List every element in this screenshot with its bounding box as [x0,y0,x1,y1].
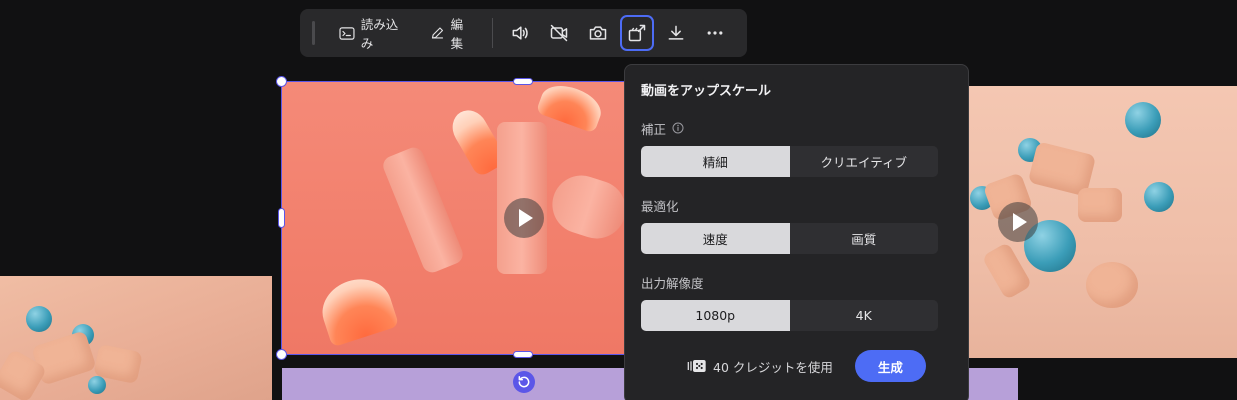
credit-cost: 40 クレジットを使用 [687,357,833,376]
import-button[interactable]: 読み込み [333,15,414,51]
volume-icon [512,26,528,40]
download-icon [668,25,684,40]
optimization-label-row: 最適化 [641,196,952,214]
resolution-option-4k[interactable]: 4K [790,300,939,331]
snapshot-button[interactable] [581,15,615,51]
pencil-icon [431,27,443,39]
more-button[interactable] [698,15,732,51]
play-icon [1013,213,1027,231]
resolution-option-1080p[interactable]: 1080p [641,300,790,331]
decor-shape [1078,188,1122,222]
resolution-label: 出力解像度 [641,275,704,291]
resize-handle-left[interactable] [278,208,285,228]
download-button[interactable] [659,15,693,51]
resize-handle-top[interactable] [513,78,533,85]
edit-label: 編集 [450,17,464,51]
rotate-icon [518,375,530,388]
panel-footer: 40 クレジットを使用 生成 [687,350,926,382]
decor-jar [544,167,634,247]
rotate-handle[interactable] [513,371,535,393]
resolution-segmented-control: 1080p 4K [641,300,938,331]
credit-icon [687,360,706,372]
resize-handle-bottom[interactable] [513,351,533,358]
play-icon [519,209,533,227]
optimization-label: 最適化 [641,198,679,214]
video-thumbnail-left[interactable] [0,276,272,400]
decor-grapefruit [314,270,400,348]
credit-text: 40 クレジットを使用 [713,359,833,375]
toolbar-divider [492,18,493,48]
correction-segmented-control: 精細 クリエイティブ [641,146,938,177]
decor-ball [88,376,106,394]
decor-ball [1144,182,1174,212]
toolbar-drag-handle[interactable] [312,21,315,45]
camera-icon [589,26,607,40]
resize-handle-bottom-left[interactable] [276,349,287,360]
play-button[interactable] [504,198,544,238]
correction-option-creative[interactable]: クリエイティブ [790,146,939,177]
panel-title: 動画をアップスケール [641,84,772,99]
generate-button[interactable]: 生成 [854,350,926,382]
optimization-option-quality[interactable]: 画質 [790,223,939,254]
optimization-segmented-control: 速度 画質 [641,223,938,254]
info-icon[interactable] [672,122,684,134]
upscale-icon [628,24,646,42]
video-thumbnail-right[interactable] [958,86,1237,358]
correction-label: 補正 [641,121,667,137]
play-button[interactable] [998,202,1038,242]
audio-button[interactable] [503,15,537,51]
more-icon [707,31,723,35]
decor-tube [380,144,466,276]
decor-shape [1086,262,1138,308]
hide-video-button[interactable] [542,15,576,51]
terminal-icon [339,26,355,40]
optimization-option-speed[interactable]: 速度 [641,223,790,254]
upscale-button[interactable] [619,15,655,51]
resolution-label-row: 出力解像度 [641,273,952,291]
edit-button[interactable]: 編集 [424,15,480,51]
video-off-icon [550,24,568,42]
decor-ball [26,306,52,332]
import-label: 読み込み [360,17,399,51]
resize-handle-top-left[interactable] [276,76,287,87]
media-toolbar: 読み込み 編集 [300,9,747,57]
correction-option-fine[interactable]: 精細 [641,146,790,177]
decor-ball [1125,102,1161,138]
upscale-panel: 動画をアップスケール 補正 精細 クリエイティブ 最適化 速度 画質 出力解像度… [624,64,969,400]
correction-label-row: 補正 [641,119,952,137]
